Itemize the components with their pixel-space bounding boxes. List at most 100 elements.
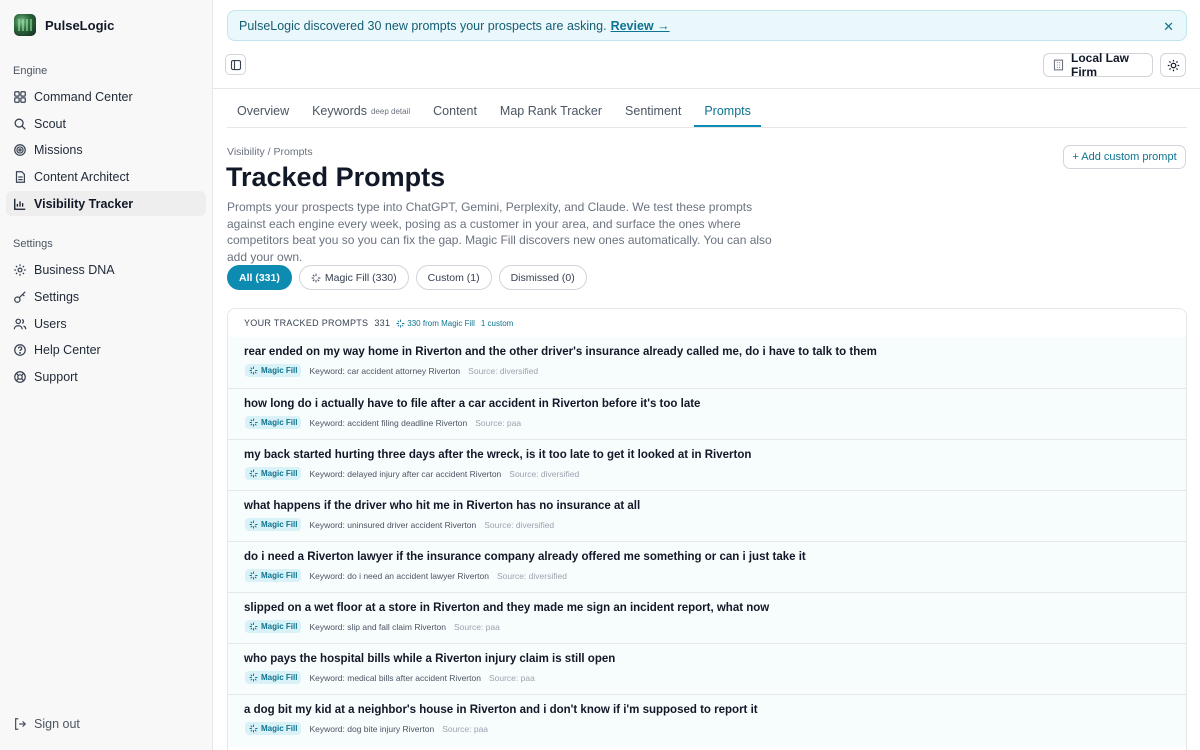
sidebar-item-command-center[interactable]: Command Center xyxy=(6,84,206,109)
magic-fill-badge: Magic Fill xyxy=(245,467,302,480)
prompt-meta: Magic Fill Keyword: delayed injury after … xyxy=(245,467,579,480)
badge-label: Magic Fill xyxy=(261,418,298,427)
brand[interactable]: PulseLogic xyxy=(14,14,114,36)
badge-label: Magic Fill xyxy=(261,571,298,580)
tab-label: Prompts xyxy=(704,103,751,118)
brand-name: PulseLogic xyxy=(45,17,115,33)
sidebar-item-users[interactable]: Users xyxy=(6,311,206,336)
magic-fill-badge: Magic Fill xyxy=(245,569,302,582)
prompt-row[interactable]: a dog bit my kid at a neighbor's house i… xyxy=(228,694,1186,745)
firm-name: Local Law Firm xyxy=(1070,51,1129,79)
sparkle-icon xyxy=(249,724,258,733)
sign-out-button[interactable]: Sign out xyxy=(6,711,206,736)
sparkle-icon xyxy=(396,319,405,327)
bar-chart-icon xyxy=(14,198,26,210)
add-custom-prompt-button[interactable]: + Add custom prompt xyxy=(1063,145,1186,169)
tab-label: Sentiment xyxy=(625,103,682,118)
prompt-row[interactable]: my back started hurting three days after… xyxy=(228,439,1186,490)
users-icon xyxy=(13,318,27,329)
prompt-text: what happens if the driver who hit me in… xyxy=(244,500,641,512)
sparkle-icon xyxy=(249,469,258,478)
sidebar-item-label: Users xyxy=(34,316,67,331)
prompt-row[interactable]: who pays the hospital bills while a Rive… xyxy=(228,643,1186,694)
sparkle-icon xyxy=(311,273,321,282)
filter-magic-fill[interactable]: Magic Fill (330) xyxy=(298,265,409,290)
prompt-text: who pays the hospital bills while a Rive… xyxy=(244,653,616,665)
tab-label: Keywords xyxy=(312,103,367,118)
document-icon xyxy=(15,170,25,183)
tab-bar: Overview Keywords deep detail Content Map… xyxy=(227,96,764,128)
search-icon xyxy=(14,118,26,130)
prompt-text: do i need a Riverton lawyer if the insur… xyxy=(244,551,806,563)
tab-sublabel: deep detail xyxy=(370,107,411,116)
prompt-row[interactable]: do i need a Riverton lawyer if the insur… xyxy=(228,541,1186,592)
sparkle-icon xyxy=(249,366,258,375)
prompt-source: Source: diversified xyxy=(468,365,539,376)
magic-fill-badge: Magic Fill xyxy=(245,518,302,531)
firm-selector-button[interactable]: Local Law Firm xyxy=(1043,51,1153,79)
tab-prompts[interactable]: Prompts xyxy=(694,96,761,127)
sparkle-icon xyxy=(249,622,258,631)
prompt-source: Source: paa xyxy=(488,672,535,683)
magic-fill-badge: Magic Fill xyxy=(245,722,302,735)
badge-label: Magic Fill xyxy=(261,469,298,478)
magic-fill-count-label: 330 from Magic Fill xyxy=(407,318,475,328)
sidebar-item-label: Content Architect xyxy=(34,169,130,184)
filter-pills: All (331) Magic Fill (330) Custom (1) Di… xyxy=(227,265,587,290)
sidebar-item-visibility-tracker[interactable]: Visibility Tracker xyxy=(6,191,206,216)
target-icon xyxy=(14,143,26,156)
sidebar-item-label: Settings xyxy=(34,289,80,304)
key-icon xyxy=(14,290,26,303)
sidebar-item-label: Support xyxy=(34,369,78,384)
filter-label: Custom (1) xyxy=(427,271,480,284)
prompt-meta: Magic Fill Keyword: uninsured driver acci… xyxy=(245,518,554,531)
prompt-row[interactable]: what happens if the driver who hit me in… xyxy=(228,490,1186,541)
prompt-row[interactable]: rear ended on my way home in Riverton an… xyxy=(228,337,1186,388)
magic-fill-count: 330 from Magic Fill xyxy=(396,319,475,328)
tab-overview[interactable]: Overview xyxy=(227,96,299,127)
prompt-text: a dog bit my kid at a neighbor's house i… xyxy=(244,704,758,716)
banner-review-link[interactable]: Review → xyxy=(611,19,670,33)
tab-sentiment[interactable]: Sentiment xyxy=(615,96,691,127)
prompt-source: Source: paa xyxy=(453,621,500,632)
magic-fill-badge: Magic Fill xyxy=(245,364,302,377)
sidebar-item-content-architect[interactable]: Content Architect xyxy=(6,164,206,189)
prompt-row[interactable]: slipped on a wet floor at a store in Riv… xyxy=(228,592,1186,643)
filter-all[interactable]: All (331) xyxy=(227,265,292,290)
toggle-sidebar-button[interactable] xyxy=(225,54,246,75)
prompt-source: Source: diversified xyxy=(509,468,580,479)
prompt-keyword: Keyword: slip and fall claim Riverton xyxy=(309,621,446,632)
tab-content[interactable]: Content xyxy=(423,96,487,127)
prompt-row[interactable]: how long do i actually have to file afte… xyxy=(228,388,1186,439)
tab-label: Overview xyxy=(237,103,290,118)
theme-toggle-button[interactable] xyxy=(1160,53,1186,77)
sidebar-item-settings[interactable]: Settings xyxy=(6,284,206,309)
sidebar-item-support[interactable]: Support xyxy=(6,364,206,389)
sparkle-icon xyxy=(249,571,258,580)
prompt-source: Source: diversified xyxy=(484,519,555,530)
sidebar-item-scout[interactable]: Scout xyxy=(6,111,206,136)
sidebar: PulseLogic Engine Command Center Scout M… xyxy=(0,0,213,750)
banner-text: PulseLogic discovered 30 new prompts you… xyxy=(239,18,607,33)
tab-keywords[interactable]: Keywords deep detail xyxy=(302,96,420,127)
prompt-text: slipped on a wet floor at a store in Riv… xyxy=(244,602,770,614)
sidebar-item-business-dna[interactable]: Business DNA xyxy=(6,257,206,282)
magic-fill-badge: Magic Fill xyxy=(245,620,302,633)
sparkle-icon xyxy=(249,673,258,682)
settings-section-label: Settings xyxy=(13,238,53,250)
badge-label: Magic Fill xyxy=(261,622,298,631)
list-count: 331 xyxy=(374,318,391,328)
prompt-meta: Magic Fill Keyword: do i need an accident… xyxy=(245,569,567,582)
sun-icon xyxy=(1167,59,1179,71)
filter-dismissed[interactable]: Dismissed (0) xyxy=(498,265,587,290)
list-header: YOUR TRACKED PROMPTS 331 330 from Magic … xyxy=(228,309,1186,337)
tab-map-rank-tracker[interactable]: Map Rank Tracker xyxy=(490,96,612,127)
prompt-keyword: Keyword: delayed injury after car accide… xyxy=(309,468,502,479)
filter-custom[interactable]: Custom (1) xyxy=(415,265,492,290)
prompt-keyword: Keyword: accident filing deadline Rivert… xyxy=(309,417,468,428)
sidebar-item-missions[interactable]: Missions xyxy=(6,137,206,162)
sidebar-item-help-center[interactable]: Help Center xyxy=(6,337,206,362)
prompt-text: rear ended on my way home in Riverton an… xyxy=(244,346,877,358)
breadcrumb: Visibility / Prompts xyxy=(227,146,313,158)
close-icon[interactable]: ✕ xyxy=(1163,19,1174,35)
